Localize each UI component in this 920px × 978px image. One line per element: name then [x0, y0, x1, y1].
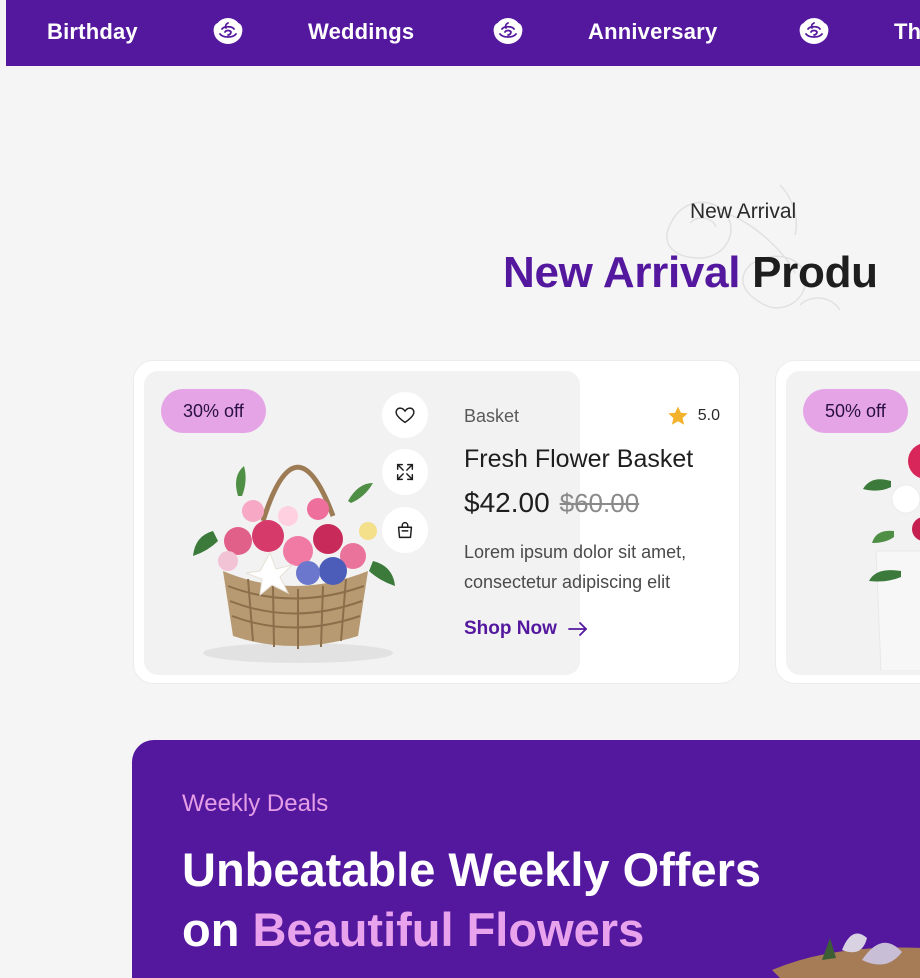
flower-basket-image — [193, 464, 395, 663]
section-title-accent: New Arrival — [503, 248, 741, 297]
flower-bouquet-image — [863, 444, 920, 671]
rating-value: 5.0 — [697, 407, 720, 424]
discount-badge: 30% off — [161, 389, 266, 433]
product-description: Lorem ipsum dolor sit amet, consectetur … — [464, 542, 687, 592]
weekly-deals-banner: Weekly Deals Unbeatable Weekly Offers on… — [132, 740, 920, 978]
discount-badge: 50% off — [803, 389, 908, 433]
product-price: $42.00 — [464, 487, 550, 518]
category-birthday[interactable]: Birthday — [47, 0, 138, 66]
rose-icon — [796, 15, 832, 51]
product-image-area: 50% off — [786, 371, 920, 675]
product-category: Basket — [464, 406, 520, 426]
product-rating: 5.0 — [666, 404, 720, 428]
heart-icon — [395, 407, 415, 424]
product-info: Basket 5.0 Fresh Flower Basket $42.00 $60… — [464, 361, 734, 683]
wishlist-button[interactable] — [382, 392, 428, 438]
shopping-bag-icon — [397, 522, 413, 539]
quick-view-button[interactable] — [382, 449, 428, 495]
section-eyebrow: New Arrival — [690, 200, 797, 223]
product-card[interactable]: 50% off — [775, 360, 920, 684]
shop-now-link[interactable]: Shop Now — [464, 618, 589, 640]
product-name[interactable]: Fresh Flower Basket — [464, 445, 693, 474]
expand-icon — [396, 463, 414, 481]
category-anniversary[interactable]: Anniversary — [588, 0, 717, 66]
deals-title-line1: Unbeatable Weekly Offers — [182, 843, 762, 896]
rose-icon — [490, 15, 526, 51]
category-bar: Birthday Weddings Anniversary Th — [6, 0, 920, 66]
product-old-price: $60.00 — [559, 488, 640, 518]
category-partial[interactable]: Th — [894, 0, 920, 66]
star-icon — [668, 406, 688, 425]
deals-title-prefix: on — [182, 903, 253, 956]
page: Birthday Weddings Anniversary Th New Arr… — [0, 0, 920, 978]
section-title: New Arrival Produ — [503, 248, 878, 298]
deals-eyebrow: Weekly Deals — [182, 790, 329, 817]
add-to-cart-button[interactable] — [382, 507, 428, 553]
category-weddings[interactable]: Weddings — [308, 0, 414, 66]
bouquet-image — [772, 933, 920, 978]
deals-title-accent: Beautiful Flowers — [252, 903, 645, 956]
shop-now-label: Shop Now — [464, 618, 557, 639]
rose-icon — [210, 15, 246, 51]
price-row: $42.00 $60.00 — [464, 487, 639, 519]
product-card[interactable]: 30% off Basket 5.0 Fresh Flower Basket $… — [133, 360, 740, 684]
section-title-rest: Produ — [752, 248, 878, 297]
arrow-right-icon — [567, 622, 587, 636]
